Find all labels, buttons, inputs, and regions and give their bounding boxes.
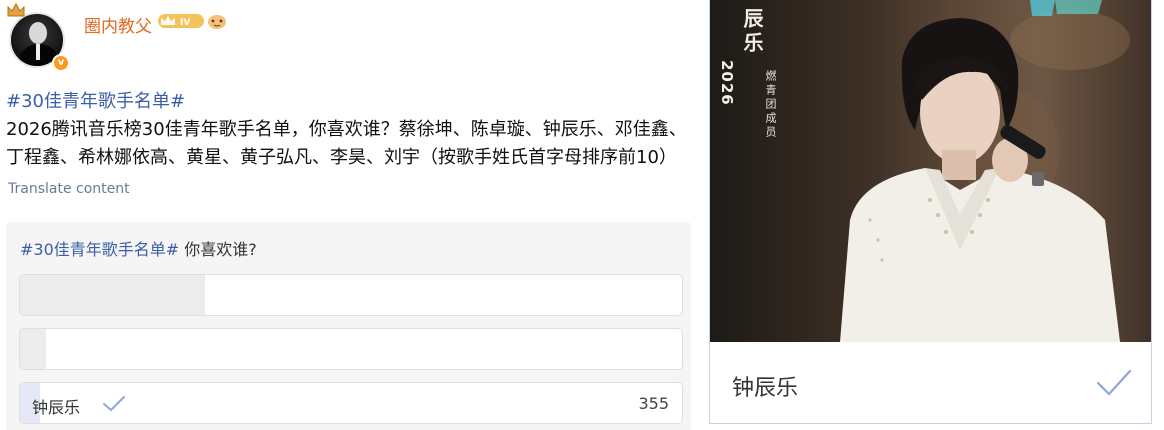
poll-question-text: 你喜欢谁?: [179, 240, 257, 259]
poll-option-selected[interactable]: 钟辰乐 355: [19, 382, 683, 424]
poll-option-count: 355: [638, 394, 669, 413]
poll-option[interactable]: [19, 274, 683, 316]
poll-hashtag[interactable]: #30佳青年歌手名单#: [20, 240, 179, 259]
weibo-post: v 圈内教父 IV #30佳青年歌手名单# 2026腾讯音乐榜30佳青年歌手名单…: [0, 0, 700, 430]
photo-caption-year: 2026: [718, 60, 736, 106]
post-body: #30佳青年歌手名单# 2026腾讯音乐榜30佳青年歌手名单，你喜欢谁？蔡徐坤、…: [6, 88, 696, 172]
post-content: 2026腾讯音乐榜30佳青年歌手名单，你喜欢谁？蔡徐坤、陈卓璇、钟辰乐、邓佳鑫、…: [6, 119, 687, 168]
crown-icon: [7, 2, 25, 17]
post-hashtag[interactable]: #30佳青年歌手名单#: [6, 88, 696, 116]
candidate-name: 钟辰乐: [732, 376, 799, 401]
poll-option-bar: [20, 275, 206, 315]
emoji-icon: [208, 15, 226, 29]
translate-link[interactable]: Translate content: [8, 181, 130, 197]
verified-icon: v: [52, 54, 70, 72]
check-icon: [103, 396, 125, 412]
poll-question: #30佳青年歌手名单# 你喜欢谁?: [20, 236, 257, 260]
candidate-photo: 辰乐 燃青团成员 2026: [710, 0, 1151, 342]
check-icon: [1096, 369, 1132, 396]
photo-caption-sub: 燃青团成员: [764, 70, 777, 140]
photo-caption-name: 辰乐: [740, 8, 764, 56]
singer-illustration: [840, 0, 1130, 342]
level-badge-text: IV: [180, 18, 190, 28]
poll-option-label: 钟辰乐: [32, 398, 81, 417]
poll-card: #30佳青年歌手名单# 你喜欢谁? 钟辰乐 355: [6, 222, 691, 430]
candidate-card[interactable]: 辰乐 燃青团成员 2026 钟辰乐: [709, 0, 1152, 424]
avatar-block[interactable]: v: [6, 2, 72, 74]
username[interactable]: 圈内教父: [84, 12, 152, 37]
level-badge-icon: IV: [158, 14, 204, 28]
poll-option[interactable]: [19, 328, 683, 370]
poll-option-bar: [20, 329, 47, 369]
